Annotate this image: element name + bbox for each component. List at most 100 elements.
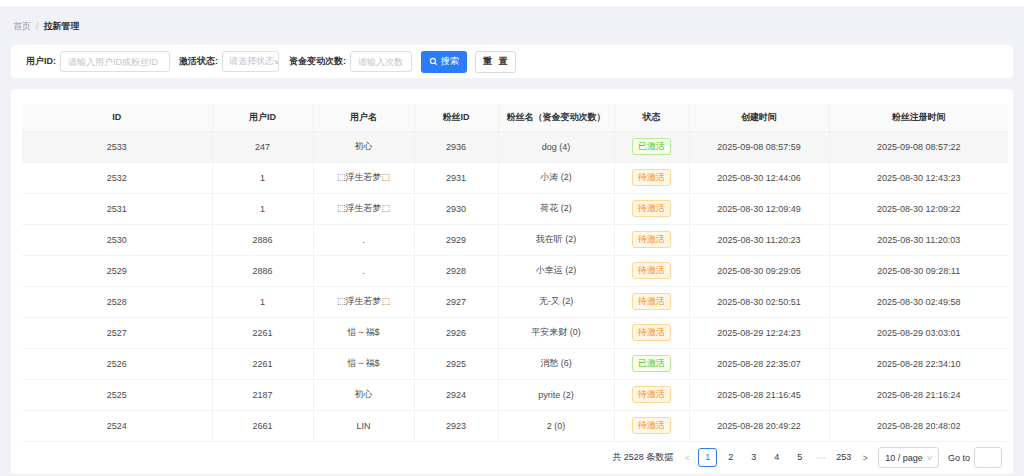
cell-registered_at: 2025-08-29 03:03:01 <box>829 317 1008 348</box>
search-icon <box>429 57 438 66</box>
cell-registered_at: 2025-08-28 22:34:10 <box>829 348 1008 379</box>
table-row: 25272261惜～福$2926平安来财 (0)待激活2025-08-29 12… <box>22 317 1008 348</box>
cell-created_at: 2025-08-30 12:09:49 <box>689 193 829 224</box>
status-badge: 待激活 <box>632 293 671 310</box>
cell-created_at: 2025-08-29 12:24:23 <box>689 317 829 348</box>
cell-registered_at: 2025-08-30 02:49:58 <box>829 286 1008 317</box>
column-header: 用户名 <box>313 104 414 131</box>
pagination-total: 共 2528 条数据 <box>612 451 673 464</box>
cell-created_at: 2025-09-08 08:57:59 <box>689 131 829 162</box>
cell-created_at: 2025-08-30 12:44:06 <box>689 162 829 193</box>
cell-fan_name: dog (4) <box>498 131 614 162</box>
search-button[interactable]: 搜索 <box>421 51 467 73</box>
cell-id: 2526 <box>22 348 212 379</box>
pagination-prev-icon[interactable]: < <box>680 453 694 463</box>
status-badge: 待激活 <box>632 262 671 279</box>
cell-fan_id: 2929 <box>414 224 498 255</box>
data-table: ID用户ID用户名粉丝ID粉丝名（资金变动次数）状态创建时间粉丝注册时间 253… <box>22 104 1008 442</box>
cell-user_id: 2886 <box>212 255 313 286</box>
status-badge: 待激活 <box>632 169 671 186</box>
user-id-label: 用户ID: <box>26 55 56 68</box>
table-row: 25252187初心2924pyrite (2)待激活2025-08-28 21… <box>22 379 1008 410</box>
cell-id: 2531 <box>22 193 212 224</box>
cell-created_at: 2025-08-28 22:35:07 <box>689 348 829 379</box>
pagination: 共 2528 条数据 < 12345 ••• 253 > 10 / page ∨… <box>22 444 1002 472</box>
cell-id: 2530 <box>22 224 212 255</box>
cell-fan_id: 2926 <box>414 317 498 348</box>
table-row: 25302886.2929我在听 (2)待激活2025-08-30 11:20:… <box>22 224 1008 255</box>
fund-count-input[interactable] <box>350 51 412 72</box>
cell-fan_name: 荷花 (2) <box>498 193 614 224</box>
table-row: 2533247初心2936dog (4)已激活2025-09-08 08:57:… <box>22 131 1008 162</box>
cell-user_id: 2261 <box>212 348 313 379</box>
cell-user_id: 1 <box>212 193 313 224</box>
cell-username: 惜～福$ <box>313 348 414 379</box>
pagination-page-4[interactable]: 4 <box>767 448 786 467</box>
table-header-row: ID用户ID用户名粉丝ID粉丝名（资金变动次数）状态创建时间粉丝注册时间 <box>22 104 1008 131</box>
reset-button[interactable]: 重 置 <box>475 51 516 73</box>
column-header: 粉丝ID <box>414 104 498 131</box>
cell-id: 2524 <box>22 410 212 441</box>
cell-username: LIN <box>313 410 414 441</box>
cell-registered_at: 2025-08-28 21:16:24 <box>829 379 1008 410</box>
cell-created_at: 2025-08-28 21:16:45 <box>689 379 829 410</box>
status-badge: 已激活 <box>632 138 671 155</box>
cell-created_at: 2025-08-28 20:49:22 <box>689 410 829 441</box>
cell-user_id: 2187 <box>212 379 313 410</box>
breadcrumb-separator: / <box>36 21 39 31</box>
cell-fan_name: 消愁 (6) <box>498 348 614 379</box>
pagination-page-1[interactable]: 1 <box>698 448 717 467</box>
filter-bar: 用户ID: 激活状态: 请选择状态 ∨ 资金变动次数: 搜索 重 置 <box>11 45 1013 78</box>
cell-status: 待激活 <box>614 162 689 193</box>
status-badge: 待激活 <box>632 200 671 217</box>
cell-id: 2525 <box>22 379 212 410</box>
cell-username: ⬚浮生若梦⬚ <box>313 162 414 193</box>
reset-button-label: 重 置 <box>483 55 510 68</box>
cell-username: 初心 <box>313 379 414 410</box>
cell-user_id: 2661 <box>212 410 313 441</box>
cell-status: 待激活 <box>614 224 689 255</box>
column-header: 用户ID <box>212 104 313 131</box>
pagination-page-last[interactable]: 253 <box>833 448 854 467</box>
column-header: 状态 <box>614 104 689 131</box>
table-row: 25281⬚浮生若梦⬚2927无-又 (2)待激活2025-08-30 02:5… <box>22 286 1008 317</box>
cell-fan_id: 2925 <box>414 348 498 379</box>
cell-id: 2528 <box>22 286 212 317</box>
goto-label: Go to <box>948 453 970 463</box>
user-id-input[interactable] <box>60 51 170 72</box>
cell-username: . <box>313 224 414 255</box>
status-select[interactable]: 请选择状态 ∨ <box>222 51 279 72</box>
cell-user_id: 2886 <box>212 224 313 255</box>
cell-username: ⬚浮生若梦⬚ <box>313 193 414 224</box>
status-badge: 待激活 <box>632 324 671 341</box>
fund-count-label: 资金变动次数: <box>289 55 346 68</box>
column-header: ID <box>22 104 212 131</box>
status-badge: 待激活 <box>632 231 671 248</box>
chevron-down-icon: ∨ <box>926 454 934 462</box>
cell-created_at: 2025-08-30 11:20:23 <box>689 224 829 255</box>
cell-id: 2527 <box>22 317 212 348</box>
cell-created_at: 2025-08-30 02:50:51 <box>689 286 829 317</box>
goto-page-input[interactable] <box>974 447 1002 468</box>
pagination-page-2[interactable]: 2 <box>721 448 740 467</box>
column-header: 粉丝注册时间 <box>829 104 1008 131</box>
breadcrumb-home[interactable]: 首页 <box>13 21 31 31</box>
page-size-select[interactable]: 10 / page ∨ <box>878 447 939 468</box>
breadcrumb: 首页/拉新管理 <box>0 6 1024 45</box>
cell-registered_at: 2025-08-30 12:43:23 <box>829 162 1008 193</box>
cell-user_id: 1 <box>212 162 313 193</box>
pagination-next-icon[interactable]: > <box>858 453 872 463</box>
cell-fan_id: 2927 <box>414 286 498 317</box>
cell-id: 2533 <box>22 131 212 162</box>
column-header: 粉丝名（资金变动次数） <box>498 104 614 131</box>
pagination-page-3[interactable]: 3 <box>744 448 763 467</box>
chevron-down-icon: ∨ <box>273 58 279 66</box>
pagination-page-5[interactable]: 5 <box>790 448 809 467</box>
cell-fan_name: 小涛 (2) <box>498 162 614 193</box>
cell-created_at: 2025-08-30 09:29:05 <box>689 255 829 286</box>
cell-fan_name: pyrite (2) <box>498 379 614 410</box>
cell-fan_name: 平安来财 (0) <box>498 317 614 348</box>
status-badge: 已激活 <box>632 355 671 372</box>
cell-username: ⬚浮生若梦⬚ <box>313 286 414 317</box>
pagination-ellipsis[interactable]: ••• <box>813 454 829 461</box>
